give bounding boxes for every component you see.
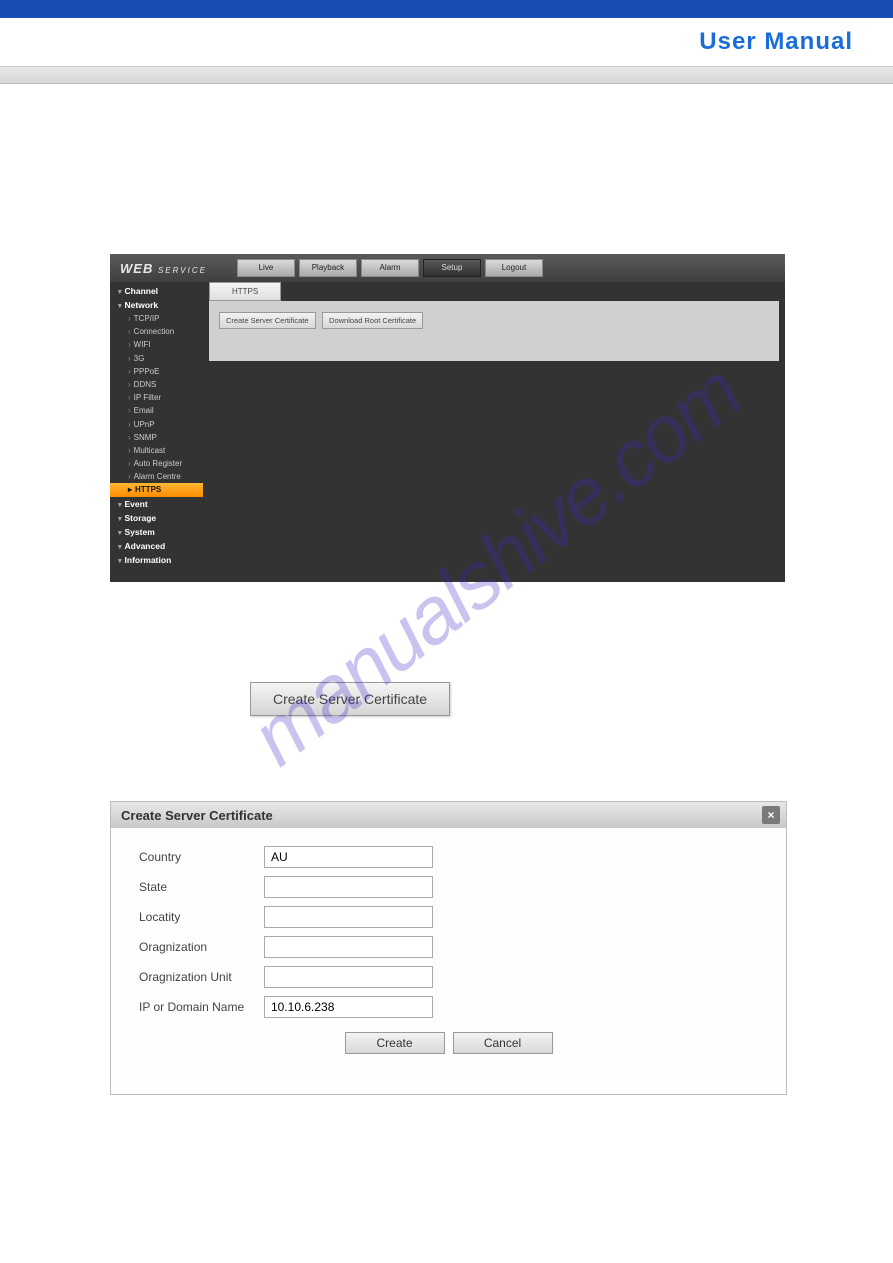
app-window: WEB SERVICE Live Playback Alarm Setup Lo… xyxy=(110,254,785,582)
create-server-cert-button[interactable]: Create Server Certificate xyxy=(219,312,316,329)
create-server-certificate-button-large[interactable]: Create Server Certificate xyxy=(250,682,450,716)
divider-band xyxy=(0,66,893,84)
sidebar-item-multicast[interactable]: Multicast xyxy=(110,444,203,457)
sidebar-item-connection[interactable]: Connection xyxy=(110,325,203,338)
sidebar-item-autoregister[interactable]: Auto Register xyxy=(110,457,203,470)
page-body: manualshive.com WEB SERVICE Live Playbac… xyxy=(0,84,893,1095)
tab-https[interactable]: HTTPS xyxy=(209,282,281,301)
sidebar-cat-network[interactable]: Network xyxy=(110,298,203,312)
sidebar-cat-advanced[interactable]: Advanced xyxy=(110,539,203,553)
sidebar-cat-storage[interactable]: Storage xyxy=(110,511,203,525)
top-blue-bar xyxy=(0,0,893,18)
cancel-button[interactable]: Cancel xyxy=(453,1032,553,1054)
page-header: User Manual xyxy=(0,18,893,66)
sidebar-item-ddns[interactable]: DDNS xyxy=(110,378,203,391)
sidebar-cat-channel[interactable]: Channel xyxy=(110,284,203,298)
input-organization[interactable] xyxy=(264,936,433,958)
input-country[interactable] xyxy=(264,846,433,868)
sidebar-item-alarmcentre[interactable]: Alarm Centre xyxy=(110,470,203,483)
https-panel: Create Server Certificate Download Root … xyxy=(209,301,779,361)
logo-sub: SERVICE xyxy=(158,266,207,275)
label-state: State xyxy=(139,880,264,894)
sidebar-item-pppoe[interactable]: PPPoE xyxy=(110,365,203,378)
input-organization-unit[interactable] xyxy=(264,966,433,988)
app-logo: WEB SERVICE xyxy=(120,261,207,276)
dialog-titlebar: Create Server Certificate × xyxy=(111,802,786,828)
logo-main: WEB xyxy=(120,261,153,276)
download-root-cert-button[interactable]: Download Root Certificate xyxy=(322,312,423,329)
dialog-body: Country State Locatity Oragnization Orag… xyxy=(111,828,786,1094)
dialog-title: Create Server Certificate xyxy=(121,808,762,823)
label-organization-unit: Oragnization Unit xyxy=(139,970,264,984)
document-title: User Manual xyxy=(699,28,853,56)
sidebar-cat-event[interactable]: Event xyxy=(110,497,203,511)
sidebar-item-snmp[interactable]: SNMP xyxy=(110,431,203,444)
tab-strip: HTTPS xyxy=(209,282,779,301)
label-organization: Oragnization xyxy=(139,940,264,954)
create-button[interactable]: Create xyxy=(345,1032,445,1054)
sidebar: Channel Network TCP/IP Connection WIFI 3… xyxy=(110,282,203,582)
sidebar-cat-system[interactable]: System xyxy=(110,525,203,539)
label-country: Country xyxy=(139,850,264,864)
sidebar-item-upnp[interactable]: UPnP xyxy=(110,418,203,431)
sidebar-item-3g[interactable]: 3G xyxy=(110,352,203,365)
create-certificate-dialog: Create Server Certificate × Country Stat… xyxy=(110,801,787,1095)
input-ip-domain[interactable] xyxy=(264,996,433,1018)
input-locality[interactable] xyxy=(264,906,433,928)
sidebar-item-wifi[interactable]: WIFI xyxy=(110,338,203,351)
label-ip-domain: IP or Domain Name xyxy=(139,1000,264,1014)
input-state[interactable] xyxy=(264,876,433,898)
sidebar-cat-information[interactable]: Information xyxy=(110,553,203,567)
sidebar-item-https[interactable]: HTTPS xyxy=(110,483,203,496)
nav-setup[interactable]: Setup xyxy=(423,259,481,277)
content-area: HTTPS Create Server Certificate Download… xyxy=(203,282,785,582)
nav-alarm[interactable]: Alarm xyxy=(361,259,419,277)
app-topbar: WEB SERVICE Live Playback Alarm Setup Lo… xyxy=(110,254,785,282)
nav-live[interactable]: Live xyxy=(237,259,295,277)
nav-playback[interactable]: Playback xyxy=(299,259,357,277)
sidebar-item-ipfilter[interactable]: IP Filter xyxy=(110,391,203,404)
nav-logout[interactable]: Logout xyxy=(485,259,543,277)
close-icon[interactable]: × xyxy=(762,806,780,824)
label-locality: Locatity xyxy=(139,910,264,924)
sidebar-item-tcpip[interactable]: TCP/IP xyxy=(110,312,203,325)
sidebar-item-email[interactable]: Email xyxy=(110,404,203,417)
